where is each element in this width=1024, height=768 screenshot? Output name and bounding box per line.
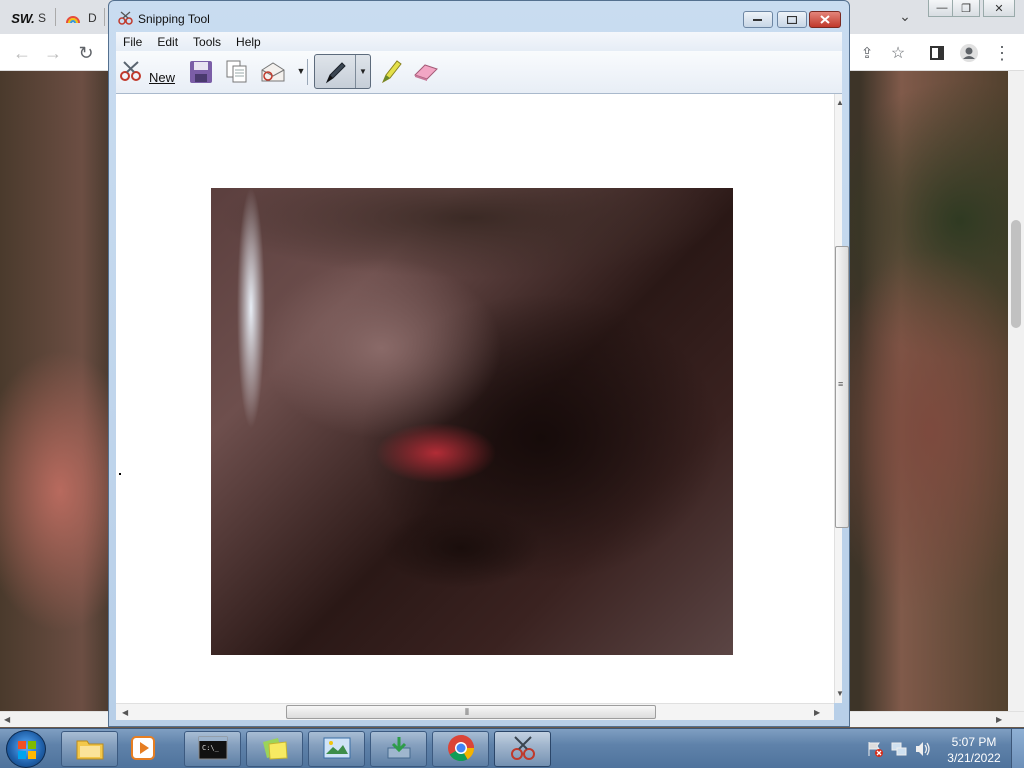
sticky-notes-icon	[260, 736, 290, 763]
tab-search-chevron-icon[interactable]: ⌄	[896, 8, 914, 26]
network-icon[interactable]	[891, 741, 907, 760]
scroll-left-arrow-icon[interactable]: ◀	[122, 708, 128, 717]
toolbar-separator	[307, 59, 308, 85]
scroll-right-arrow-icon[interactable]: ▶	[996, 715, 1002, 724]
snip-minimize-button[interactable]	[743, 11, 773, 28]
snipping-tool-title-icon	[118, 11, 134, 25]
snip-maximize-button[interactable]	[777, 11, 807, 28]
explorer-icon	[75, 735, 105, 764]
new-snip-button[interactable]: New	[118, 59, 182, 85]
taskbar-download-button[interactable]	[370, 731, 427, 767]
scroll-up-arrow-icon[interactable]: ▲	[836, 98, 844, 107]
snip-menu-bar: File Edit Tools Help	[116, 32, 842, 51]
pen-icon	[321, 59, 349, 85]
start-button[interactable]	[6, 730, 46, 768]
send-dropdown-arrow-icon[interactable]: ▼	[296, 65, 306, 77]
copy-icon[interactable]	[223, 59, 251, 85]
send-email-icon[interactable]	[259, 59, 287, 85]
captured-snip-image	[211, 188, 733, 655]
scroll-right-arrow-icon[interactable]: ▶	[814, 708, 820, 717]
chrome-icon	[447, 734, 475, 765]
taskbar-media-player-button[interactable]	[121, 731, 165, 767]
snip-vertical-scrollbar[interactable]: ▲ ≡ ▼	[834, 94, 849, 703]
taskbar-snipping-tool-button[interactable]	[494, 731, 551, 767]
browser-close-button[interactable]: ✕	[983, 0, 1015, 17]
taskbar-cmd-button[interactable]: C:\_	[184, 731, 241, 767]
browser-tab-label: D	[88, 11, 97, 25]
reload-icon[interactable]: ↻	[75, 42, 97, 64]
image-viewer-icon	[322, 736, 352, 763]
volume-icon[interactable]	[914, 741, 932, 760]
snip-horizontal-scrollbar[interactable]: ◀ ⦀ ▶	[116, 703, 834, 720]
share-icon[interactable]: ⇪	[856, 42, 878, 64]
menu-help[interactable]: Help	[229, 35, 269, 49]
download-icon	[384, 736, 414, 763]
scissors-icon	[118, 59, 144, 83]
taskbar-image-viewer-button[interactable]	[308, 731, 365, 767]
taskbar-sticky-notes-button[interactable]	[246, 731, 303, 767]
forward-arrow-icon[interactable]: →	[42, 42, 64, 64]
profile-avatar-icon[interactable]	[958, 42, 980, 64]
browser-vertical-scrollbar[interactable]	[1008, 71, 1024, 711]
side-panel-icon[interactable]	[926, 42, 948, 64]
new-snip-label: New	[149, 70, 176, 85]
menu-tools[interactable]: Tools	[186, 35, 229, 49]
clock-time[interactable]: 5:07 PM	[950, 735, 998, 749]
snip-toolbar: New ▼ ▼	[116, 51, 842, 94]
snipping-tool-window: Snipping Tool File Edit Tools Help New ▼…	[108, 0, 850, 727]
taskbar-chrome-button[interactable]	[432, 731, 489, 767]
scroll-down-arrow-icon[interactable]: ▼	[836, 689, 844, 698]
show-desktop-button[interactable]	[1011, 729, 1024, 768]
taskbar: C:\_ 5:07 PM 3/21/2022	[0, 728, 1024, 768]
menu-file[interactable]: File	[116, 35, 150, 49]
taskbar-explorer-button[interactable]	[61, 731, 118, 767]
svg-text:C:\_: C:\_	[202, 744, 220, 752]
rainbow-icon	[64, 10, 82, 26]
windows-logo-icon	[18, 741, 36, 759]
clock-date[interactable]: 3/21/2022	[942, 751, 1006, 765]
snip-vertical-scroll-thumb[interactable]: ≡	[835, 246, 849, 528]
snip-close-button[interactable]	[809, 11, 841, 28]
snipping-tool-icon	[509, 735, 537, 764]
highlighter-icon[interactable]	[378, 57, 404, 85]
snip-canvas	[116, 94, 834, 703]
scroll-left-arrow-icon[interactable]: ◀	[4, 715, 10, 724]
snipping-tool-titlebar[interactable]: Snipping Tool	[109, 1, 849, 32]
browser-tab-2[interactable]: D	[64, 4, 97, 32]
sw-logo-icon: SW.	[11, 10, 35, 26]
save-icon[interactable]	[187, 59, 215, 85]
tab-divider	[104, 8, 105, 26]
pen-tool-button[interactable]: ▼	[314, 54, 371, 89]
window-title: Snipping Tool	[138, 12, 210, 26]
bookmark-star-icon[interactable]: ☆	[887, 42, 909, 64]
menu-edit[interactable]: Edit	[150, 35, 186, 49]
tab-divider	[55, 8, 56, 26]
scroll-grip-icon: ⦀	[465, 707, 469, 717]
back-arrow-icon[interactable]: ←	[11, 42, 33, 64]
pen-dropdown-arrow-icon[interactable]: ▼	[355, 55, 370, 88]
browser-tab-label: S	[38, 11, 47, 25]
canvas-dot	[119, 473, 121, 475]
action-center-flag-icon[interactable]	[867, 741, 883, 760]
eraser-icon[interactable]	[412, 59, 440, 83]
browser-restore-button[interactable]: ❐	[952, 0, 980, 17]
browser-scroll-thumb[interactable]	[1011, 220, 1021, 328]
browser-tab-1[interactable]: SW. S	[11, 4, 47, 32]
media-player-icon	[130, 735, 156, 764]
scroll-grip-icon: ≡	[838, 379, 844, 389]
cmd-icon: C:\_	[198, 736, 228, 763]
snip-horizontal-scroll-thumb[interactable]: ⦀	[286, 705, 656, 719]
browser-menu-icon[interactable]: ⋮	[991, 42, 1013, 64]
